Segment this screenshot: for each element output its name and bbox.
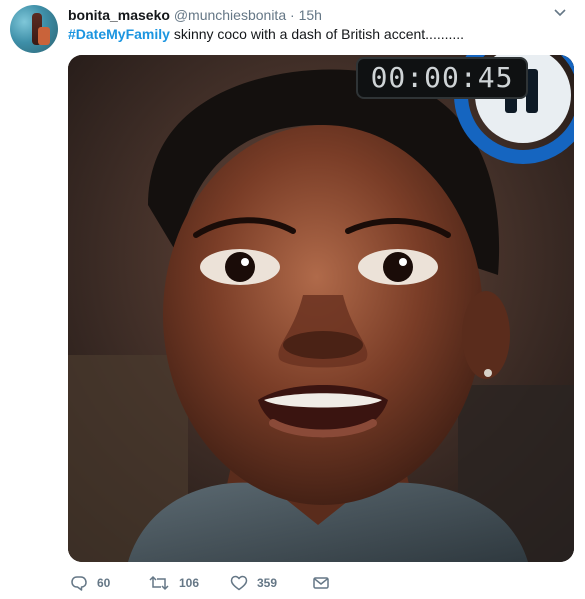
retweet-icon xyxy=(149,575,169,591)
avatar[interactable] xyxy=(10,5,58,53)
like-count: 359 xyxy=(257,576,278,590)
tweet-timestamp[interactable]: 15h xyxy=(299,7,322,23)
direct-message-button[interactable] xyxy=(312,572,330,594)
tweet-body: skinny coco with a dash of British accen… xyxy=(169,26,465,42)
reply-button[interactable]: 60 xyxy=(70,572,110,594)
tweet-media[interactable]: 00:00:45 xyxy=(68,55,574,562)
like-button[interactable]: 359 xyxy=(230,572,277,594)
retweet-button[interactable]: 106 xyxy=(148,572,199,594)
like-icon xyxy=(230,575,248,591)
user-handle[interactable]: @munchiesbonita xyxy=(174,7,286,23)
media-photo xyxy=(68,55,574,562)
tweet-card[interactable]: bonita_maseko @munchiesbonita · 15h #Dat… xyxy=(0,0,585,599)
hashtag-link[interactable]: #DateMyFamily xyxy=(68,26,170,42)
reply-icon xyxy=(71,576,87,591)
video-timer-overlay: 00:00:45 xyxy=(356,57,528,99)
retweet-count: 106 xyxy=(179,576,200,590)
avatar-figure-detail xyxy=(38,27,50,45)
chevron-down-icon[interactable] xyxy=(553,8,567,18)
direct-message-icon xyxy=(313,577,329,589)
video-timer-text: 00:00:45 xyxy=(370,61,514,94)
header-separator: · xyxy=(290,7,295,23)
tweet-header: bonita_maseko @munchiesbonita · 15h xyxy=(68,6,565,24)
reply-count: 60 xyxy=(97,576,111,590)
tweet-text: #DateMyFamily skinny coco with a dash of… xyxy=(68,25,565,43)
display-name[interactable]: bonita_maseko xyxy=(68,7,170,23)
